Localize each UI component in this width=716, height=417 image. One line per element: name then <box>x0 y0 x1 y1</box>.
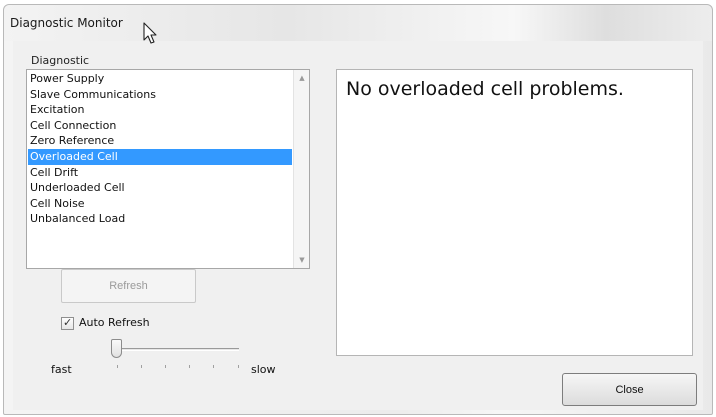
arrow-cursor-icon <box>143 22 157 44</box>
scroll-down-arrow-icon[interactable]: ▼ <box>294 256 310 264</box>
slider-tick <box>117 365 118 368</box>
refresh-button[interactable]: Refresh <box>61 269 196 303</box>
refresh-speed-slider-track[interactable] <box>117 348 239 351</box>
slider-tick <box>141 365 142 368</box>
list-item[interactable]: Cell Noise <box>28 196 292 212</box>
scroll-up-arrow-icon[interactable]: ▲ <box>294 74 310 82</box>
slider-tick <box>165 365 166 368</box>
result-message: No overloaded cell problems. <box>346 78 624 100</box>
slider-slow-label: slow <box>251 363 276 376</box>
list-item[interactable]: Zero Reference <box>28 133 292 149</box>
list-item[interactable]: Cell Connection <box>28 118 292 134</box>
auto-refresh-checkbox[interactable]: ✓ <box>61 316 74 330</box>
diagnostic-list-items: Power Supply Slave Communications Excitati… <box>28 71 292 267</box>
list-item[interactable]: Cell Drift <box>28 165 292 181</box>
slider-tick <box>213 365 214 368</box>
list-item[interactable]: Slave Communications <box>28 87 292 103</box>
checkmark-icon: ✓ <box>63 316 73 329</box>
result-panel: No overloaded cell problems. <box>336 69 693 356</box>
diagnostic-group-label: Diagnostic <box>31 54 90 67</box>
list-item[interactable]: Power Supply <box>28 71 292 87</box>
title-bar[interactable]: Diagnostic Monitor <box>4 5 712 41</box>
diagnostic-monitor-window: Diagnostic Monitor Diagnostic Power Supp… <box>3 4 713 415</box>
dialog-body: Diagnostic Power Supply Slave Communicati… <box>13 41 703 410</box>
close-button[interactable]: Close <box>562 373 697 406</box>
slider-fast-label: fast <box>51 363 72 376</box>
list-item[interactable]: Excitation <box>28 102 292 118</box>
list-item[interactable]: Underloaded Cell <box>28 180 292 196</box>
list-item[interactable]: Unbalanced Load <box>28 211 292 227</box>
list-item[interactable]: Overloaded Cell <box>28 148 292 165</box>
auto-refresh-label[interactable]: Auto Refresh <box>79 316 150 329</box>
list-scrollbar[interactable]: ▲ ▼ <box>293 70 309 268</box>
window-title: Diagnostic Monitor <box>10 16 123 30</box>
diagnostic-listbox[interactable]: Power Supply Slave Communications Excitati… <box>26 69 310 269</box>
slider-tick <box>238 365 239 368</box>
slider-tick <box>189 365 190 368</box>
refresh-speed-slider-thumb[interactable] <box>111 339 122 358</box>
